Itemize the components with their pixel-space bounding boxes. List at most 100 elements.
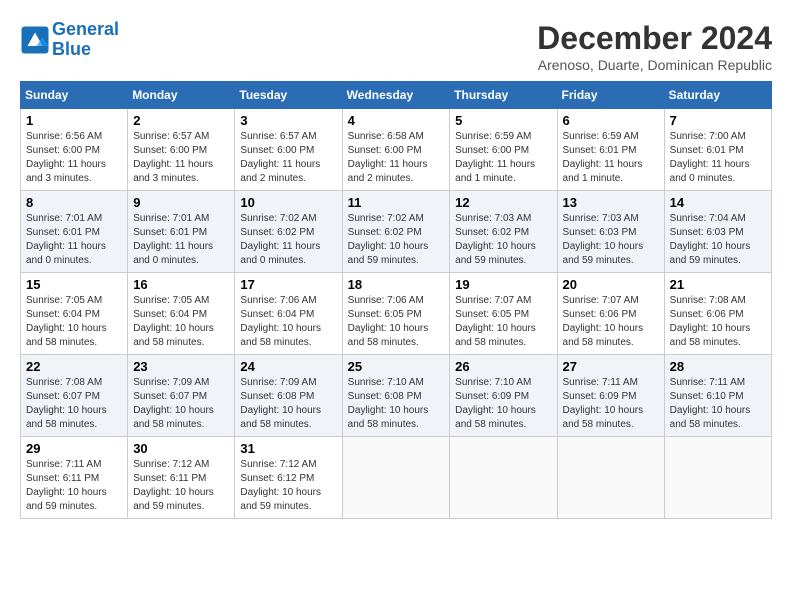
day-number: 21 [670,277,766,292]
day-info: Sunrise: 7:06 AMSunset: 6:04 PMDaylight:… [240,294,336,350]
weekday-header-row: SundayMondayTuesdayWednesdayThursdayFrid… [21,82,772,109]
title-area: December 2024 Arenoso, Duarte, Dominican… [537,20,772,73]
day-number: 29 [26,441,122,456]
calendar-day-cell: 10Sunrise: 7:02 AMSunset: 6:02 PMDayligh… [235,191,342,273]
calendar-day-cell: 5 Sunrise: 6:59 AMSunset: 6:00 PMDaylight… [450,109,557,191]
calendar-day-cell: 9Sunrise: 7:01 AMSunset: 6:01 PMDaylight… [128,191,235,273]
day-number: 4 [348,113,445,128]
day-number: 26 [455,359,551,374]
day-number: 20 [563,277,659,292]
day-info: Sunrise: 7:05 AMSunset: 6:04 PMDaylight:… [26,294,122,350]
day-number: 17 [240,277,336,292]
day-number: 25 [348,359,445,374]
calendar-day-cell: 19Sunrise: 7:07 AMSunset: 6:05 PMDayligh… [450,273,557,355]
calendar-week-row: 15 Sunrise: 7:05 AMSunset: 6:04 PMDayligh… [21,273,772,355]
day-info: Sunrise: 6:57 AMSunset: 6:00 PMDaylight:… [133,130,229,186]
day-info: Sunrise: 7:01 AMSunset: 6:01 PMDaylight:… [133,212,229,268]
day-number: 19 [455,277,551,292]
logo: General Blue [20,20,119,60]
day-info: Sunrise: 7:10 AMSunset: 6:09 PMDaylight:… [455,376,551,432]
calendar-day-cell: 17 Sunrise: 7:06 AMSunset: 6:04 PMDayligh… [235,273,342,355]
calendar-day-cell: 8 Sunrise: 7:01 AMSunset: 6:01 PMDaylight… [21,191,128,273]
day-number: 1 [26,113,122,128]
day-number: 27 [563,359,659,374]
calendar-day-cell [342,437,450,519]
calendar-day-cell: 26 Sunrise: 7:10 AMSunset: 6:09 PMDayligh… [450,355,557,437]
day-info: Sunrise: 7:12 AMSunset: 6:12 PMDaylight:… [240,458,336,514]
calendar-day-cell: 29 Sunrise: 7:11 AMSunset: 6:11 PMDayligh… [21,437,128,519]
calendar-day-cell: 11Sunrise: 7:02 AMSunset: 6:02 PMDayligh… [342,191,450,273]
day-info: Sunrise: 7:09 AMSunset: 6:07 PMDaylight:… [133,376,229,432]
calendar-week-row: 8 Sunrise: 7:01 AMSunset: 6:01 PMDaylight… [21,191,772,273]
calendar-table: SundayMondayTuesdayWednesdayThursdayFrid… [20,81,772,519]
month-title: December 2024 [537,20,772,57]
calendar-day-cell: 12 Sunrise: 7:03 AMSunset: 6:02 PMDayligh… [450,191,557,273]
calendar-day-cell: 2 Sunrise: 6:57 AMSunset: 6:00 PMDaylight… [128,109,235,191]
calendar-day-cell: 13 Sunrise: 7:03 AMSunset: 6:03 PMDayligh… [557,191,664,273]
day-info: Sunrise: 7:09 AMSunset: 6:08 PMDaylight:… [240,376,336,432]
calendar-day-cell: 18 Sunrise: 7:06 AMSunset: 6:05 PMDayligh… [342,273,450,355]
weekday-header-cell: Saturday [664,82,771,109]
day-number: 23 [133,359,229,374]
calendar-day-cell: 6Sunrise: 6:59 AMSunset: 6:01 PMDaylight… [557,109,664,191]
day-info: Sunrise: 6:59 AMSunset: 6:00 PMDaylight:… [455,130,551,186]
weekday-header-cell: Sunday [21,82,128,109]
day-info: Sunrise: 6:57 AMSunset: 6:00 PMDaylight:… [240,130,336,186]
day-number: 16 [133,277,229,292]
day-number: 5 [455,113,551,128]
calendar-day-cell: 31 Sunrise: 7:12 AMSunset: 6:12 PMDayligh… [235,437,342,519]
day-info: Sunrise: 7:12 AMSunset: 6:11 PMDaylight:… [133,458,229,514]
day-info: Sunrise: 7:11 AMSunset: 6:11 PMDaylight:… [26,458,122,514]
calendar-day-cell: 22Sunrise: 7:08 AMSunset: 6:07 PMDayligh… [21,355,128,437]
day-number: 6 [563,113,659,128]
calendar-body: 1 Sunrise: 6:56 AMSunset: 6:00 PMDaylight… [21,109,772,519]
day-info: Sunrise: 7:03 AMSunset: 6:03 PMDaylight:… [563,212,659,268]
day-info: Sunrise: 7:04 AMSunset: 6:03 PMDaylight:… [670,212,766,268]
day-number: 14 [670,195,766,210]
day-info: Sunrise: 7:02 AMSunset: 6:02 PMDaylight:… [348,212,445,268]
logo-line2: Blue [52,39,91,59]
day-number: 24 [240,359,336,374]
calendar-day-cell: 20 Sunrise: 7:07 AMSunset: 6:06 PMDayligh… [557,273,664,355]
calendar-day-cell: 15 Sunrise: 7:05 AMSunset: 6:04 PMDayligh… [21,273,128,355]
day-info: Sunrise: 7:05 AMSunset: 6:04 PMDaylight:… [133,294,229,350]
day-number: 2 [133,113,229,128]
day-number: 8 [26,195,122,210]
calendar-week-row: 22Sunrise: 7:08 AMSunset: 6:07 PMDayligh… [21,355,772,437]
day-number: 31 [240,441,336,456]
day-number: 7 [670,113,766,128]
calendar-day-cell: 30 Sunrise: 7:12 AMSunset: 6:11 PMDayligh… [128,437,235,519]
day-info: Sunrise: 7:03 AMSunset: 6:02 PMDaylight:… [455,212,551,268]
calendar-day-cell: 23 Sunrise: 7:09 AMSunset: 6:07 PMDayligh… [128,355,235,437]
day-number: 30 [133,441,229,456]
day-number: 22 [26,359,122,374]
day-info: Sunrise: 6:56 AMSunset: 6:00 PMDaylight:… [26,130,122,186]
weekday-header-cell: Wednesday [342,82,450,109]
day-number: 15 [26,277,122,292]
day-number: 18 [348,277,445,292]
day-info: Sunrise: 7:06 AMSunset: 6:05 PMDaylight:… [348,294,445,350]
weekday-header-cell: Monday [128,82,235,109]
day-info: Sunrise: 7:11 AMSunset: 6:09 PMDaylight:… [563,376,659,432]
calendar-day-cell: 1 Sunrise: 6:56 AMSunset: 6:00 PMDaylight… [21,109,128,191]
day-info: Sunrise: 7:01 AMSunset: 6:01 PMDaylight:… [26,212,122,268]
day-number: 28 [670,359,766,374]
calendar-day-cell: 3 Sunrise: 6:57 AMSunset: 6:00 PMDaylight… [235,109,342,191]
day-info: Sunrise: 7:07 AMSunset: 6:06 PMDaylight:… [563,294,659,350]
day-number: 12 [455,195,551,210]
calendar-day-cell: 16 Sunrise: 7:05 AMSunset: 6:04 PMDayligh… [128,273,235,355]
day-number: 3 [240,113,336,128]
calendar-day-cell [557,437,664,519]
weekday-header-cell: Friday [557,82,664,109]
calendar-day-cell: 4 Sunrise: 6:58 AMSunset: 6:00 PMDaylight… [342,109,450,191]
calendar-day-cell [664,437,771,519]
day-info: Sunrise: 6:58 AMSunset: 6:00 PMDaylight:… [348,130,445,186]
day-number: 13 [563,195,659,210]
day-info: Sunrise: 7:00 AMSunset: 6:01 PMDaylight:… [670,130,766,186]
location-title: Arenoso, Duarte, Dominican Republic [537,57,772,73]
calendar-day-cell: 21Sunrise: 7:08 AMSunset: 6:06 PMDayligh… [664,273,771,355]
calendar-day-cell [450,437,557,519]
day-info: Sunrise: 7:11 AMSunset: 6:10 PMDaylight:… [670,376,766,432]
logo-line1: General [52,19,119,39]
day-info: Sunrise: 7:10 AMSunset: 6:08 PMDaylight:… [348,376,445,432]
